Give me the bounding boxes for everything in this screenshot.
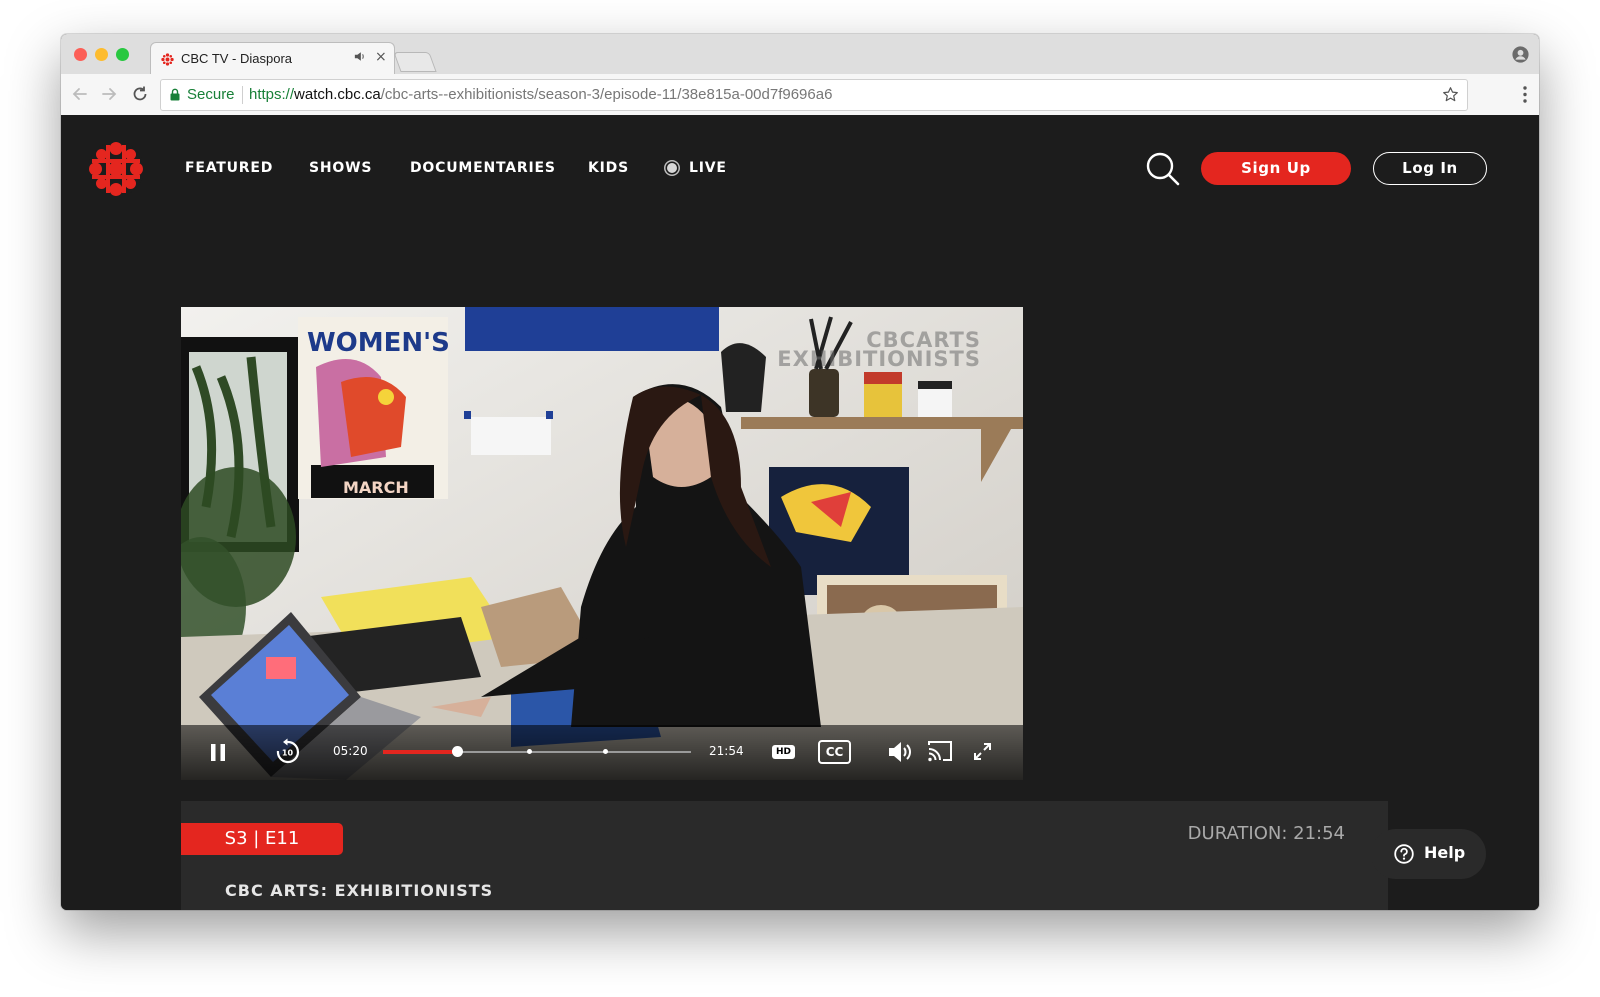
progress-fill [383, 750, 458, 754]
poster-subline: MARCH [343, 478, 409, 497]
browser-window: CBC TV - Diaspora × Secure https://watch… [61, 34, 1539, 910]
question-circle-icon [1394, 844, 1414, 864]
video-watermark: CBCARTS EXHIBITIONISTS [777, 330, 981, 371]
live-indicator-icon [667, 163, 677, 173]
close-window-button[interactable] [74, 48, 87, 61]
forward-arrow-icon[interactable] [100, 85, 118, 103]
nav-documentaries[interactable]: DOCUMENTARIES [410, 160, 556, 176]
scrubber-handle[interactable] [452, 746, 464, 757]
hd-quality-button[interactable]: HD [772, 745, 795, 759]
tab-close-button[interactable]: × [375, 49, 387, 65]
poster-headline: WOMEN'S [307, 328, 450, 358]
secure-label: Secure [187, 86, 235, 103]
watermark-line2: EXHIBITIONISTS [777, 347, 981, 371]
fullscreen-icon[interactable] [974, 743, 991, 760]
cbc-favicon-icon [161, 53, 174, 66]
nav-live[interactable]: LIVE [689, 160, 727, 176]
browser-tab[interactable]: CBC TV - Diaspora × [150, 42, 395, 75]
lock-icon [170, 88, 180, 101]
help-button[interactable]: Help [1371, 829, 1486, 879]
browser-menu-icon[interactable] [1523, 86, 1527, 103]
url-scheme: https:// [249, 86, 295, 103]
tab-title: CBC TV - Diaspora [181, 51, 293, 66]
maximize-window-button[interactable] [116, 48, 129, 61]
season-episode-badge: S3 | E11 [181, 823, 343, 855]
pause-icon[interactable] [211, 744, 225, 761]
volume-icon[interactable] [888, 741, 915, 763]
player-controls: 10 05:20 21:54 HD CC [181, 725, 1023, 780]
url-host: watch.cbc.ca [294, 86, 381, 103]
total-time: 21:54 [709, 744, 744, 758]
bookmark-star-icon[interactable] [1442, 86, 1459, 103]
closed-captions-button[interactable]: CC [818, 740, 851, 764]
reload-icon[interactable] [131, 85, 149, 103]
browser-toolbar: Secure https://watch.cbc.ca/cbc-arts--ex… [61, 74, 1539, 116]
video-player[interactable]: WOMEN'S MARCH CBCARTS EXHIBITIONISTS 10 … [181, 307, 1023, 780]
profile-icon[interactable] [1512, 46, 1529, 63]
tab-strip: CBC TV - Diaspora × [61, 34, 1539, 75]
nav-kids[interactable]: KIDS [588, 160, 629, 176]
speaker-icon[interactable] [354, 51, 366, 62]
nav-featured[interactable]: FEATURED [185, 160, 273, 176]
url-separator [242, 86, 243, 104]
page-content: FEATURED SHOWS DOCUMENTARIES KIDS LIVE S… [61, 115, 1539, 910]
new-tab-button[interactable] [393, 52, 437, 72]
chapter-marker [527, 749, 533, 754]
cbc-logo[interactable] [88, 141, 144, 197]
series-title: CBC ARTS: EXHIBITIONISTS [225, 881, 494, 900]
nav-shows[interactable]: SHOWS [309, 160, 372, 176]
url-text: https://watch.cbc.ca/cbc-arts--exhibitio… [249, 86, 832, 103]
current-time: 05:20 [333, 744, 368, 758]
rewind-10-icon[interactable]: 10 [274, 738, 301, 765]
log-in-button[interactable]: Log In [1373, 152, 1487, 185]
search-icon[interactable] [1145, 151, 1181, 187]
chapter-marker [602, 749, 608, 754]
cast-icon[interactable] [927, 740, 953, 762]
sign-up-button[interactable]: Sign Up [1201, 152, 1351, 185]
episode-info-panel: S3 | E11 DURATION: 21:54 CBC ARTS: EXHIB… [181, 801, 1388, 910]
video-frame: WOMEN'S MARCH [181, 307, 1023, 780]
url-path: /cbc-arts--exhibitionists/season-3/episo… [380, 86, 833, 103]
rewind-seconds: 10 [282, 749, 294, 758]
back-arrow-icon[interactable] [71, 85, 89, 103]
help-label: Help [1424, 843, 1466, 862]
address-bar[interactable]: Secure https://watch.cbc.ca/cbc-arts--ex… [160, 79, 1468, 111]
duration-label: DURATION: 21:54 [1187, 823, 1345, 844]
minimize-window-button[interactable] [95, 48, 108, 61]
